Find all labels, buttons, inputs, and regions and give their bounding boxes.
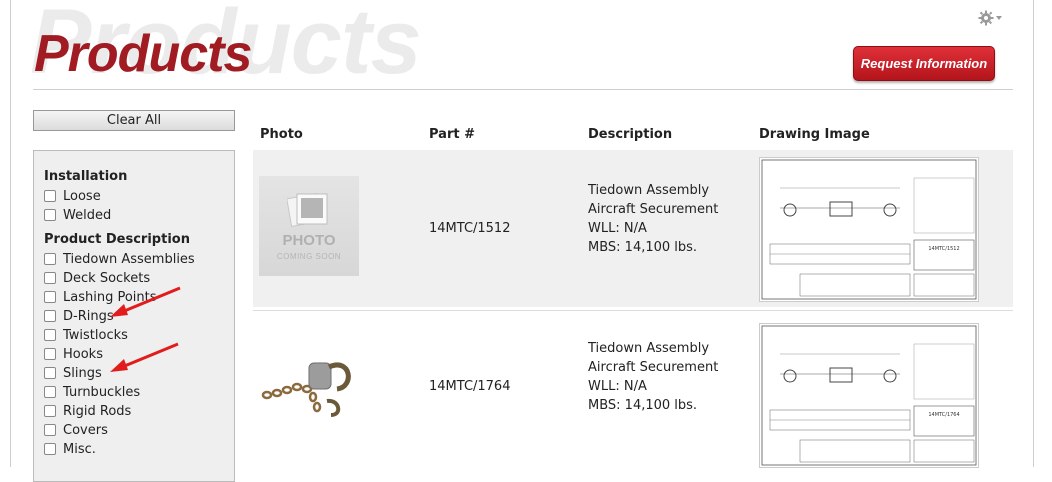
description-line: WLL: N/A: [588, 221, 647, 236]
filter-option-twistlocks[interactable]: Twistlocks: [44, 327, 128, 343]
filter-option-deck-sockets[interactable]: Deck Sockets: [44, 270, 150, 286]
checkbox[interactable]: [44, 291, 56, 303]
filter-option-covers[interactable]: Covers: [44, 422, 108, 438]
drawing-title: 14MTC/1764: [928, 412, 959, 418]
filter-option-slings[interactable]: Slings: [44, 365, 102, 381]
description-line: Aircraft Securement: [588, 360, 719, 375]
checkbox[interactable]: [44, 209, 56, 221]
filter-option-label: Covers: [63, 422, 108, 438]
filter-option-label: Rigid Rods: [63, 403, 132, 419]
photo-placeholder-subtext: COMING SOON: [276, 252, 342, 261]
description-line: MBS: 14,100 lbs.: [588, 240, 698, 255]
column-header-photo: Photo: [260, 127, 303, 142]
filter-group-title: Installation: [44, 169, 128, 184]
filter-option-label: Loose: [63, 188, 101, 204]
checkbox[interactable]: [44, 329, 56, 341]
product-photo[interactable]: [259, 327, 359, 427]
filter-option-label: Lashing Points: [63, 289, 157, 305]
filter-option-d-rings[interactable]: D-Rings: [44, 308, 114, 324]
filter-option-label: D-Rings: [63, 308, 114, 324]
filter-option-welded[interactable]: Welded: [44, 207, 111, 223]
filter-option-misc[interactable]: Misc.: [44, 441, 96, 457]
column-header-drawing: Drawing Image: [759, 127, 870, 142]
checkbox[interactable]: [44, 443, 56, 455]
checkbox[interactable]: [44, 253, 56, 265]
checkbox[interactable]: [44, 272, 56, 284]
column-header-part: Part #: [429, 127, 475, 142]
description: Tiedown Assembly Aircraft Securement WLL…: [588, 181, 718, 257]
checkbox[interactable]: [44, 405, 56, 417]
description-line: WLL: N/A: [588, 379, 647, 394]
filter-option-hooks[interactable]: Hooks: [44, 346, 103, 362]
description: Tiedown Assembly Aircraft Securement WLL…: [588, 339, 718, 415]
filter-option-label: Misc.: [63, 441, 96, 457]
drawing-image[interactable]: 14MTC/1764: [759, 323, 979, 468]
part-number: 14MTC/1764: [429, 379, 511, 394]
checkbox[interactable]: [44, 348, 56, 360]
filter-panel: Installation Loose Welded Product Descri…: [33, 150, 235, 482]
table-row: 14MTC/1764 Tiedown Assembly Aircraft Sec…: [253, 310, 1013, 468]
photo-placeholder-text: PHOTO: [282, 232, 336, 249]
column-header-description: Description: [588, 127, 673, 142]
filter-option-label: Deck Sockets: [63, 270, 151, 286]
filter-option-lashing-points[interactable]: Lashing Points: [44, 289, 157, 305]
part-number: 14MTC/1512: [429, 221, 511, 236]
drawing-title: 14MTC/1512: [928, 246, 959, 252]
request-information-button[interactable]: Request Information: [853, 46, 995, 81]
description-line: Tiedown Assembly: [588, 183, 710, 198]
header-divider: [33, 89, 1013, 90]
description-line: Aircraft Securement: [588, 202, 719, 217]
checkbox[interactable]: [44, 190, 56, 202]
filter-option-turnbuckles[interactable]: Turnbuckles: [44, 384, 140, 400]
filter-option-label: Welded: [63, 207, 112, 223]
filter-option-label: Turnbuckles: [63, 384, 141, 400]
filter-group-title: Product Description: [44, 232, 190, 247]
filter-option-rigid-rods[interactable]: Rigid Rods: [44, 403, 131, 419]
description-line: Tiedown Assembly: [588, 341, 710, 356]
checkbox[interactable]: [44, 424, 56, 436]
checkbox[interactable]: [44, 386, 56, 398]
filter-option-tiedown-assemblies[interactable]: Tiedown Assemblies: [44, 251, 195, 267]
photo-icon: [287, 193, 328, 227]
clear-all-button[interactable]: Clear All: [33, 110, 235, 131]
filter-option-label: Tiedown Assemblies: [63, 251, 195, 267]
checkbox[interactable]: [44, 367, 56, 379]
drawing-image[interactable]: 14MTC/1512: [759, 157, 979, 302]
checkbox[interactable]: [44, 310, 56, 322]
filter-option-loose[interactable]: Loose: [44, 188, 101, 204]
filter-option-label: Slings: [63, 365, 102, 381]
photo-placeholder[interactable]: PHOTO COMING SOON: [259, 176, 359, 276]
gear-icon[interactable]: [978, 10, 1004, 26]
filter-option-label: Twistlocks: [63, 327, 128, 343]
table-row: PHOTO COMING SOON 14MTC/1512 Tiedown Ass…: [253, 150, 1013, 307]
page-title: Products: [34, 25, 252, 83]
filter-option-label: Hooks: [63, 346, 103, 362]
description-line: MBS: 14,100 lbs.: [588, 398, 698, 413]
